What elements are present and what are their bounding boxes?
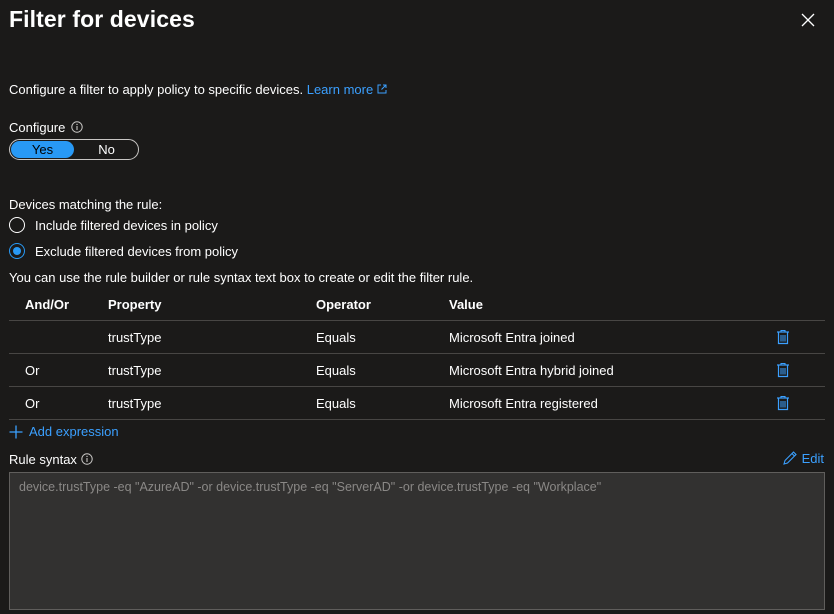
filter-for-devices-panel: Filter for devices Configure a filter to…: [0, 0, 834, 614]
radio-button[interactable]: [9, 217, 25, 233]
radio-label: Include filtered devices in policy: [35, 217, 218, 233]
trash-icon: [777, 362, 789, 378]
table-row[interactable]: Or trustType Equals Microsoft Entra hybr…: [9, 354, 825, 387]
cell-value[interactable]: Microsoft Entra registered: [449, 387, 598, 419]
rule-syntax-textbox[interactable]: device.trustType -eq "AzureAD" -or devic…: [9, 472, 825, 610]
add-expression-button[interactable]: Add expression: [9, 424, 119, 439]
learn-more-link[interactable]: Learn more: [307, 82, 387, 97]
panel-title: Filter for devices: [9, 6, 195, 32]
rule-syntax-text: device.trustType -eq "AzureAD" -or devic…: [19, 480, 602, 494]
cell-andor[interactable]: Or: [25, 354, 39, 386]
info-icon[interactable]: [81, 453, 93, 465]
learn-more-label: Learn more: [306, 82, 374, 97]
description-text: Configure a filter to apply policy to sp…: [9, 82, 304, 97]
pencil-icon: [782, 451, 797, 465]
header-operator: Operator: [316, 296, 371, 312]
rule-builder-hint: You can use the rule builder or rule syn…: [9, 270, 474, 285]
configure-yes-option[interactable]: Yes: [11, 141, 74, 158]
radio-include-filtered[interactable]: Include filtered devices in policy: [9, 217, 218, 233]
external-link-icon: [377, 84, 387, 94]
header-andor: And/Or: [25, 296, 70, 312]
edit-rule-syntax-button[interactable]: Edit: [782, 450, 824, 466]
edit-label: Edit: [801, 450, 824, 466]
delete-row-button[interactable]: [776, 387, 790, 419]
cell-property[interactable]: trustType: [108, 387, 161, 419]
add-expression-label: Add expression: [29, 424, 119, 439]
trash-icon: [777, 395, 789, 411]
rule-builder-table: And/Or Property Operator Value trustType…: [9, 288, 825, 420]
devices-matching-label: Devices matching the rule:: [9, 197, 163, 212]
info-icon[interactable]: [71, 121, 84, 133]
cell-andor[interactable]: Or: [25, 387, 39, 419]
rule-syntax-label: Rule syntax: [9, 452, 93, 467]
plus-icon: [9, 425, 23, 438]
table-row[interactable]: trustType Equals Microsoft Entra joined: [9, 321, 825, 354]
configure-label: Configure: [9, 120, 84, 135]
radio-button-checked[interactable]: [9, 243, 25, 259]
panel-description: Configure a filter to apply policy to sp…: [9, 82, 387, 97]
delete-row-button[interactable]: [776, 321, 790, 353]
radio-label: Exclude filtered devices from policy: [35, 243, 239, 259]
header-value: Value: [449, 296, 483, 312]
cell-value[interactable]: Microsoft Entra joined: [449, 321, 575, 353]
configure-toggle[interactable]: Yes No: [9, 139, 139, 160]
close-icon[interactable]: [800, 12, 816, 28]
cell-operator[interactable]: Equals: [316, 387, 356, 419]
rule-syntax-label-text: Rule syntax: [9, 452, 77, 467]
delete-row-button[interactable]: [776, 354, 790, 386]
table-header-row: And/Or Property Operator Value: [9, 288, 825, 321]
cell-value[interactable]: Microsoft Entra hybrid joined: [449, 354, 614, 386]
table-row[interactable]: Or trustType Equals Microsoft Entra regi…: [9, 387, 825, 420]
radio-exclude-filtered[interactable]: Exclude filtered devices from policy: [9, 243, 238, 259]
cell-property[interactable]: trustType: [108, 321, 161, 353]
header-property: Property: [108, 296, 162, 312]
trash-icon: [777, 329, 789, 345]
cell-operator[interactable]: Equals: [316, 321, 356, 353]
configure-label-text: Configure: [9, 120, 66, 135]
cell-operator[interactable]: Equals: [316, 354, 356, 386]
cell-property[interactable]: trustType: [108, 354, 161, 386]
configure-no-option[interactable]: No: [75, 141, 138, 158]
